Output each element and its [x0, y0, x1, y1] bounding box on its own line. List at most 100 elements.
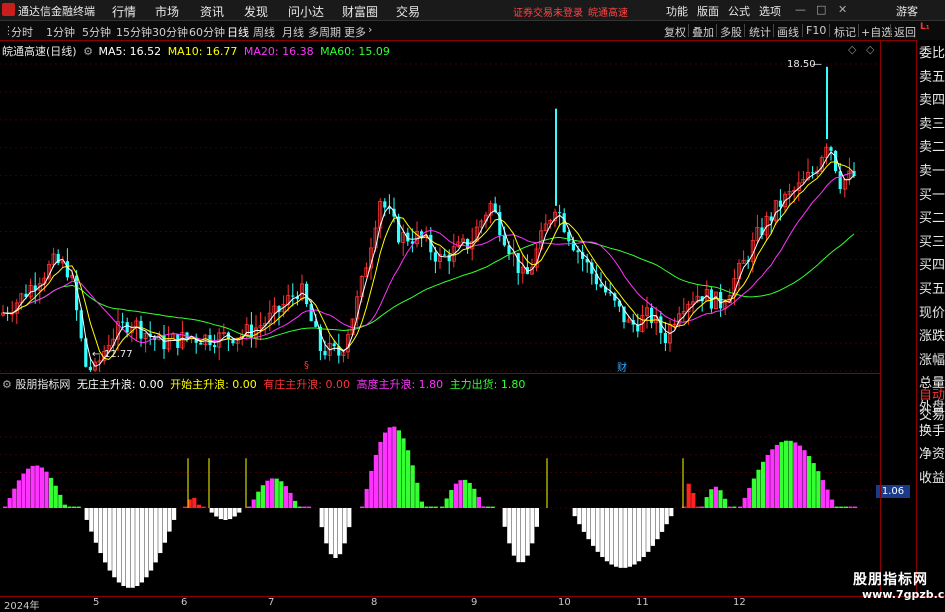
- toolbar-divider: [716, 24, 717, 37]
- indicator-bar-negative: [130, 508, 135, 588]
- period-tab-weekly[interactable]: 周线: [253, 24, 275, 40]
- indicator-bar: [260, 485, 265, 508]
- indicator-bar: [21, 473, 26, 508]
- side-item[interactable]: 卖三: [919, 113, 945, 136]
- candlestick-chart[interactable]: 18.5018.0017.5017.0016.5016.0015.5015.00…: [0, 40, 880, 372]
- event-marker[interactable]: §: [304, 360, 309, 371]
- side-item[interactable]: 净资: [919, 443, 945, 466]
- menu-discover[interactable]: 发现: [244, 3, 268, 20]
- indicator-bar: [419, 501, 424, 508]
- indicator-bar: [49, 477, 54, 508]
- side-item[interactable]: 卖四: [919, 89, 945, 112]
- watermark-url: www.7gpzb.com: [862, 588, 945, 601]
- side-item[interactable]: 委比: [919, 42, 945, 65]
- indicator-chart[interactable]: 10.007.505.002.500.0014:5614:5614:5614:5…: [0, 388, 880, 596]
- close-icon[interactable]: ✕: [838, 3, 847, 16]
- indicator-bar: [761, 461, 766, 508]
- adjust-button[interactable]: 复权: [664, 24, 686, 40]
- add-watchlist-button[interactable]: +自选: [861, 24, 892, 40]
- indicator-bar-negative: [126, 508, 131, 588]
- indicator-bar-negative: [209, 508, 214, 513]
- indicator-bar: [415, 482, 420, 508]
- side-item[interactable]: 收益: [919, 467, 945, 490]
- indicator-bar-negative: [328, 508, 333, 555]
- candle-body: [502, 235, 506, 246]
- side-item[interactable]: 现价: [919, 302, 945, 325]
- period-tab-15min[interactable]: 15分钟: [116, 24, 152, 40]
- indicator-bar: [297, 506, 302, 508]
- maximize-icon[interactable]: □: [816, 3, 826, 16]
- indicator-bar: [727, 506, 732, 508]
- menu-news[interactable]: 资讯: [200, 3, 224, 20]
- indicator-bar: [444, 498, 449, 508]
- indicator-bar: [738, 506, 743, 508]
- minimize-icon[interactable]: —: [795, 3, 806, 16]
- menu-ask[interactable]: 问小达: [288, 3, 324, 20]
- back-button[interactable]: 返回: [894, 24, 916, 40]
- candle-body: [383, 201, 387, 208]
- chevron-right-icon[interactable]: ›: [368, 23, 372, 36]
- side-item[interactable]: 涨幅: [919, 349, 945, 372]
- candle-body: [516, 252, 520, 274]
- period-tab-60min[interactable]: 60分钟: [189, 24, 225, 40]
- draw-line-button[interactable]: 画线: [777, 24, 799, 40]
- period-tab-1min[interactable]: 1分钟: [46, 24, 75, 40]
- menu-quotes[interactable]: 行情: [112, 3, 136, 20]
- period-tab-multi[interactable]: 多周期: [308, 24, 341, 40]
- side-item[interactable]: 买五: [919, 278, 945, 301]
- indicator-bar-negative: [521, 508, 526, 563]
- multi-stock-button[interactable]: 多股: [720, 24, 742, 40]
- candle-body: [125, 322, 129, 333]
- side-item[interactable]: 买四: [919, 254, 945, 277]
- side-item[interactable]: 卖一: [919, 160, 945, 183]
- login-notice[interactable]: 证券交易未登录: [513, 4, 583, 19]
- period-tab-monthly[interactable]: 月线: [282, 24, 304, 40]
- layout-button[interactable]: 版面: [697, 3, 719, 19]
- mark-button[interactable]: 标记: [834, 24, 856, 40]
- candle-body: [778, 200, 782, 207]
- function-button[interactable]: 功能: [666, 3, 688, 19]
- indicator-bar: [58, 494, 63, 508]
- indicator-bar-negative: [93, 508, 98, 543]
- menu-trade[interactable]: 交易: [396, 3, 420, 20]
- date-axis: 2024年 5 6 7 8 9 10 11 12: [0, 596, 945, 612]
- menu-market[interactable]: 市场: [155, 3, 179, 20]
- indicator-bar: [406, 450, 411, 508]
- formula-button[interactable]: 公式: [728, 3, 750, 19]
- period-toolbar: ⋮ 分时 1分钟 5分钟 15分钟 30分钟 60分钟 日线 周线 月线 多周期…: [0, 21, 945, 41]
- period-tab-more[interactable]: 更多: [344, 24, 366, 40]
- finance-marker[interactable]: 财: [617, 359, 627, 374]
- indicator-bar-negative: [158, 508, 163, 554]
- options-button[interactable]: 选项: [759, 3, 781, 19]
- indicator-bar: [481, 506, 486, 508]
- period-tab-daily[interactable]: 日线: [227, 24, 249, 40]
- indicator-bar-negative: [116, 508, 121, 583]
- indicator-bar-negative: [627, 508, 632, 567]
- side-item[interactable]: 买一: [919, 184, 945, 207]
- guest-label[interactable]: 游客: [896, 3, 918, 19]
- indicator-bar-negative: [604, 508, 609, 562]
- period-tab-30min[interactable]: 30分钟: [152, 24, 188, 40]
- axis-border: [880, 40, 881, 596]
- indicator-bar: [765, 454, 770, 508]
- date-label: 5: [93, 597, 100, 608]
- side-item[interactable]: 交易: [919, 404, 945, 427]
- indicator-bar-negative: [342, 508, 347, 544]
- statistics-button[interactable]: 统计: [749, 24, 771, 40]
- indicator-bar: [476, 496, 481, 508]
- side-item[interactable]: 买三: [919, 231, 945, 254]
- side-item[interactable]: 卖五: [919, 66, 945, 89]
- period-tab-intraday[interactable]: 分时: [11, 24, 33, 40]
- side-item[interactable]: 涨跌: [919, 325, 945, 348]
- side-item[interactable]: 卖二: [919, 136, 945, 159]
- indicator-bar: [256, 491, 261, 508]
- indicator-bar: [72, 506, 77, 508]
- indicator-bar: [360, 506, 365, 508]
- menu-wealth[interactable]: 财富圈: [342, 3, 378, 20]
- overlay-button[interactable]: 叠加: [692, 24, 714, 40]
- f10-button[interactable]: F10: [806, 24, 826, 37]
- indicator-bar: [410, 465, 415, 508]
- side-item[interactable]: 买二: [919, 207, 945, 230]
- indicator-bar-negative: [632, 508, 637, 565]
- period-tab-5min[interactable]: 5分钟: [82, 24, 111, 40]
